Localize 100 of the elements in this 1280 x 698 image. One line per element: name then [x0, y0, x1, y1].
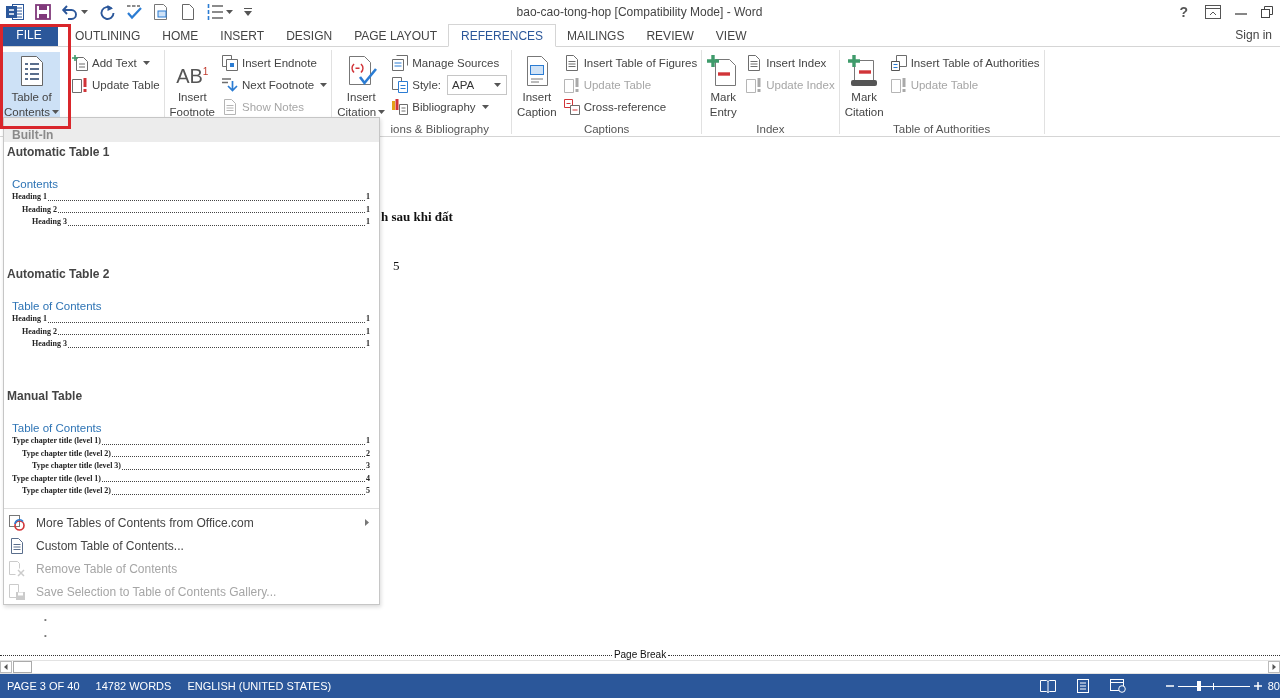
- page-indicator[interactable]: PAGE 3 OF 40: [7, 680, 80, 692]
- restore-icon[interactable]: [1261, 6, 1273, 18]
- web-layout-icon[interactable]: [1109, 679, 1126, 693]
- word-count[interactable]: 14782 WORDS: [95, 680, 172, 692]
- ribbon-tab[interactable]: MAILINGS: [556, 24, 636, 47]
- save-icon[interactable]: [35, 4, 51, 20]
- toc-page-number: 1: [366, 203, 370, 216]
- scroll-left-icon[interactable]: [0, 661, 12, 673]
- toc-entry-text: Heading 2: [22, 203, 57, 216]
- menu-item[interactable]: More Tables of Contents from Office.com: [4, 511, 379, 534]
- page-exclamation-icon: [890, 77, 907, 93]
- toc-page-number: 1: [366, 325, 370, 338]
- ribbon-large-button[interactable]: Mark Citation: [841, 52, 887, 120]
- page-circle-arrows-icon: [9, 514, 25, 531]
- overlapping-pages-icon: [890, 55, 907, 71]
- page-exclamation-icon: [72, 77, 89, 93]
- ribbon-tab[interactable]: VIEW: [704, 24, 758, 47]
- zoom-level[interactable]: 80: [1267, 680, 1280, 692]
- submenu-arrow-icon[interactable]: [365, 519, 369, 526]
- language-indicator[interactable]: ENGLISH (UNITED STATES): [187, 680, 332, 692]
- page-lines-icon: [746, 55, 763, 71]
- books-page-icon: [392, 99, 409, 115]
- horizontal-scrollbar[interactable]: [0, 660, 1280, 674]
- toc-preview-heading: Table of Contents: [12, 299, 102, 313]
- document-text: h sau khi đất: [381, 209, 453, 225]
- toc-entry-text: Type chapter title (level 2): [22, 447, 111, 460]
- two-pages-icon: [392, 77, 409, 93]
- sign-in-link[interactable]: Sign in: [1231, 28, 1280, 42]
- stacked-documents-icon: [392, 55, 409, 71]
- ribbon-tab[interactable]: REFERENCES: [448, 24, 557, 47]
- redo-icon[interactable]: [99, 4, 115, 20]
- ribbon-button[interactable]: Add Text: [70, 52, 162, 74]
- caret-icon[interactable]: [481, 105, 489, 109]
- ribbon-button[interactable]: Next Footnote: [220, 74, 330, 96]
- caret-icon[interactable]: [81, 10, 88, 14]
- ribbon-button[interactable]: Cross-reference: [561, 96, 700, 118]
- zoom-slider-thumb[interactable]: [1197, 681, 1202, 691]
- help-button[interactable]: ?: [1176, 4, 1191, 20]
- spelling-check-icon[interactable]: [126, 4, 142, 20]
- zoom-out-icon[interactable]: [1165, 682, 1174, 690]
- toc-preview-heading: Table of Contents: [12, 421, 102, 435]
- arrow-lines-icon: [222, 77, 238, 93]
- numbered-list-icon[interactable]: [207, 4, 223, 20]
- window-title: bao-cao-tong-hop [Compatibility Mode] - Word: [516, 5, 763, 19]
- page-exclamation-icon: [563, 77, 580, 93]
- scrollbar-thumb[interactable]: [13, 661, 32, 673]
- caret-icon[interactable]: [320, 83, 328, 87]
- toc-page-number: 1: [366, 313, 370, 325]
- group-label: Captions: [582, 122, 631, 137]
- caret-icon[interactable]: [142, 61, 150, 65]
- toc-preview-heading: Contents: [12, 177, 59, 191]
- toc-page-number: 1: [366, 338, 370, 350]
- page-exclamation-icon: [746, 77, 763, 93]
- caret-icon[interactable]: [52, 109, 60, 114]
- toc-entry-text: Heading 1: [12, 313, 47, 325]
- blank-page-icon[interactable]: [180, 4, 196, 20]
- list-bullet: •: [44, 614, 47, 626]
- gallery-item-title[interactable]: Automatic Table 2: [7, 266, 110, 282]
- page-lines-icon: [9, 537, 25, 554]
- ribbon-button[interactable]: Insert Endnote: [220, 52, 330, 74]
- style-label: Style:: [412, 79, 441, 91]
- ribbon-large-button[interactable]: Insert Caption: [514, 52, 560, 120]
- gallery-item-title[interactable]: Automatic Table 1: [7, 144, 110, 160]
- ribbon-button[interactable]: Manage Sources: [390, 52, 509, 74]
- customize-icon[interactable]: [244, 8, 252, 16]
- ribbon-large-button[interactable]: AB$^{1}$ Insert Footnote: [166, 52, 218, 120]
- ribbon-tab[interactable]: HOME: [151, 24, 210, 47]
- ribbon-tab[interactable]: DESIGN: [275, 24, 344, 47]
- toc-entry-text: Heading 3: [32, 216, 67, 228]
- app-logo-icon[interactable]: [6, 3, 24, 21]
- zoom-in-icon[interactable]: [1253, 682, 1262, 690]
- ribbon-button[interactable]: Insert Table of Figures: [561, 52, 700, 74]
- toc-entry-text: Type chapter title (level 1): [12, 472, 101, 485]
- toc-entry-text: Type chapter title (level 2): [22, 485, 111, 497]
- ribbon-tab[interactable]: PAGE LAYOUT: [343, 24, 449, 47]
- page-x-icon: [9, 560, 25, 577]
- ribbon-button[interactable]: Bibliography: [390, 96, 509, 118]
- document-text: 5: [393, 258, 400, 274]
- caret-icon[interactable]: [494, 83, 501, 87]
- ribbon-display-icon[interactable]: [1205, 5, 1221, 19]
- ribbon-button[interactable]: Update Table: [70, 74, 162, 96]
- ribbon-large-button[interactable]: Mark Entry: [704, 52, 743, 120]
- style-select[interactable]: APA: [447, 75, 507, 95]
- menu-item[interactable]: Custom Table of Contents...: [4, 534, 379, 557]
- caret-icon[interactable]: [226, 10, 233, 14]
- ribbon-large-button[interactable]: Table of Contents: [3, 52, 61, 120]
- gallery-item-title[interactable]: Manual Table: [7, 388, 83, 404]
- ribbon-button[interactable]: Insert Table of Authorities: [888, 52, 1042, 74]
- caret-icon[interactable]: [378, 109, 386, 114]
- toc-entry-text: Type chapter title (level 1): [12, 435, 101, 447]
- ribbon-tab[interactable]: INSERT: [209, 24, 276, 47]
- page-picture-icon[interactable]: [153, 4, 169, 20]
- ribbon-tab[interactable]: REVIEW: [635, 24, 705, 47]
- open-book-icon[interactable]: [1039, 679, 1056, 693]
- ribbon-button[interactable]: Insert Index: [744, 52, 837, 74]
- page-layout-icon[interactable]: [1075, 679, 1090, 693]
- ribbon-tab[interactable]: OUTLINING: [64, 24, 152, 47]
- scroll-right-icon[interactable]: [1268, 661, 1280, 673]
- undo-icon[interactable]: [62, 4, 78, 20]
- group-label: ions & Bibliography: [389, 122, 490, 137]
